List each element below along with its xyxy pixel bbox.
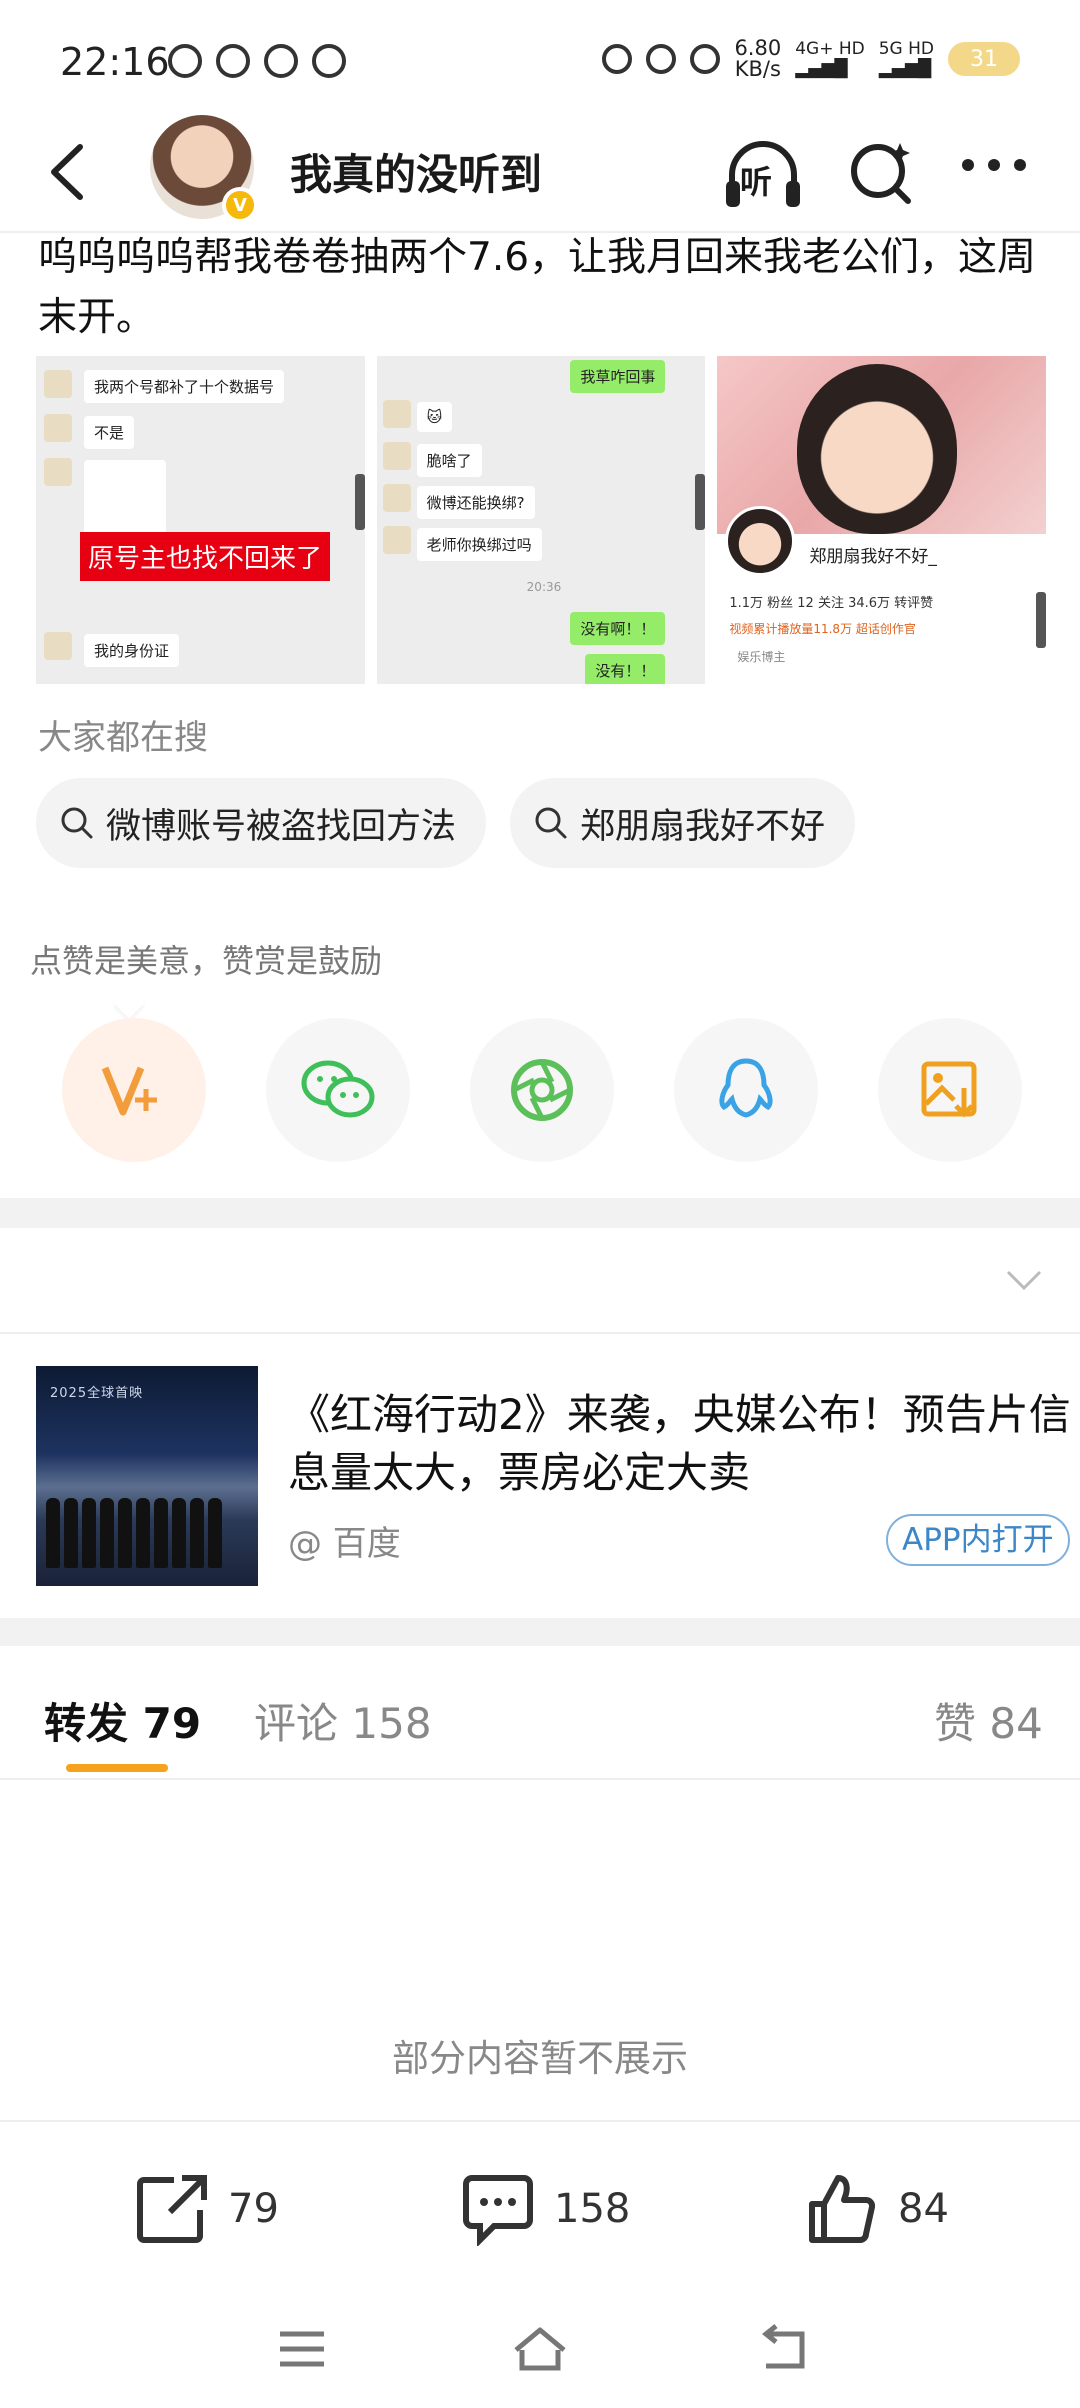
post-images: 我两个号都补了十个数据号 不是 原号主也找不回来了 我的身份证 我草咋回事 🐱 …: [36, 356, 1047, 684]
search-chips: 微博账号被盗找回方法 郑朋扇我好不好: [36, 778, 856, 868]
tab-comment[interactable]: 评论 158: [254, 1690, 432, 1751]
comment-button[interactable]: 158: [460, 2172, 630, 2246]
share-icon: [137, 2175, 207, 2243]
tab-repost[interactable]: 转发 79: [44, 1690, 201, 1751]
home-icon[interactable]: [510, 2322, 570, 2376]
search-icon[interactable]: [848, 137, 916, 209]
wechat-share-button[interactable]: [266, 1018, 410, 1162]
moments-icon: [511, 1059, 573, 1121]
hidden-content-notice: 部分内容暂不展示: [392, 2037, 688, 2080]
post-image-1[interactable]: 我两个号都补了十个数据号 不是 原号主也找不回来了 我的身份证: [36, 356, 365, 684]
news-source: @ 百度: [288, 1524, 401, 1564]
open-in-app-button[interactable]: APP内打开: [886, 1514, 1070, 1566]
mute-icon: [690, 44, 721, 74]
post-image-3[interactable]: 郑朋扇我好不好_ 1.1万 粉丝 12 关注 34.6万 转评赞 视频累计播放量…: [717, 356, 1047, 684]
like-button[interactable]: 84: [804, 2172, 949, 2246]
section-separator: [0, 1198, 1080, 1228]
moments-share-button[interactable]: [470, 1018, 614, 1162]
search-icon: [535, 807, 567, 839]
more-options-icon[interactable]: [962, 159, 1026, 171]
verified-badge-icon: V: [222, 187, 258, 223]
v-plus-icon: [101, 1066, 157, 1116]
listen-button[interactable]: 听: [720, 131, 806, 217]
back-arrow-icon[interactable]: [38, 137, 98, 207]
network-speed: 6.80 KB/s: [734, 36, 782, 81]
status-bar: 22:16 6.80 KB/s 4G+ HD ▂▄▆█ 5G HD ▂▄▆█ 31: [0, 0, 1080, 125]
weibo-notification-icon: [264, 44, 298, 78]
divider: [0, 1332, 1080, 1334]
qq-share-button[interactable]: [674, 1018, 818, 1162]
active-tab-indicator: [66, 1764, 168, 1772]
save-image-icon: [921, 1061, 977, 1118]
news-card[interactable]: 2025全球首映 《红海行动2》来袭，央媒公布！预告片信息量太大，票房必定大卖 …: [36, 1366, 1080, 1586]
chevron-down-icon[interactable]: [1004, 1266, 1044, 1296]
app2-notification-icon: [312, 44, 346, 78]
signal-2: 5G HD ▂▄▆█: [878, 39, 934, 79]
save-image-button[interactable]: [878, 1018, 1022, 1162]
battery-indicator: 31: [948, 42, 1020, 76]
post-text: 呜呜呜呜帮我卷卷抽两个7.6，让我月回来我老公们，这周末开。: [38, 235, 1037, 340]
post-header: V 我真的没听到 听: [0, 115, 1080, 233]
app-notification-icon: [168, 44, 202, 78]
news-thumbnail: 2025全球首映: [36, 1366, 258, 1586]
search-chip[interactable]: 郑朋扇我好不好: [510, 778, 856, 868]
signal-1: 4G+ HD ▂▄▆█: [795, 39, 865, 79]
interaction-tabs: 转发 79 评论 158 赞 84: [0, 1640, 1080, 1780]
notification-icons: [168, 44, 346, 78]
alarm-icon: [646, 44, 677, 74]
thumbs-up-icon: [809, 2175, 876, 2243]
username[interactable]: 我真的没听到: [290, 141, 542, 202]
tab-like[interactable]: 赞 84: [934, 1690, 1043, 1751]
share-bar: [62, 1018, 1022, 1162]
repost-button[interactable]: 79: [134, 2172, 279, 2246]
comment-icon: [463, 2175, 533, 2246]
search-chip[interactable]: 微博账号被盗找回方法: [36, 778, 487, 868]
wechat-notification-icon: [216, 44, 250, 78]
search-section-title: 大家都在搜: [38, 718, 208, 758]
red-caption: 原号主也找不回来了: [80, 532, 331, 581]
news-title: 《红海行动2》来袭，央媒公布！预告片信息量太大，票房必定大卖: [288, 1390, 1071, 1497]
tooltip-arrow: [113, 987, 145, 1019]
headphone-icon: [602, 44, 633, 74]
qq-icon: [719, 1058, 773, 1118]
wechat-icon: [301, 1060, 375, 1118]
portrait-photo: [797, 364, 958, 534]
menu-icon[interactable]: [272, 2322, 332, 2376]
v-plus-button[interactable]: [62, 1018, 206, 1162]
like-hint-tooltip: 点赞是美意，赞赏是鼓励: [30, 942, 383, 980]
post-image-2[interactable]: 我草咋回事 🐱 脆啥了 微博还能换绑? 老师你换绑过吗 20:36 没有啊！！ …: [376, 356, 706, 684]
status-time: 22:16: [60, 40, 170, 84]
back-icon[interactable]: [752, 2322, 812, 2376]
system-nav-bar: [0, 2290, 1080, 2408]
bottom-action-bar: 79 158 84: [0, 2120, 1080, 2290]
search-icon: [61, 807, 93, 839]
